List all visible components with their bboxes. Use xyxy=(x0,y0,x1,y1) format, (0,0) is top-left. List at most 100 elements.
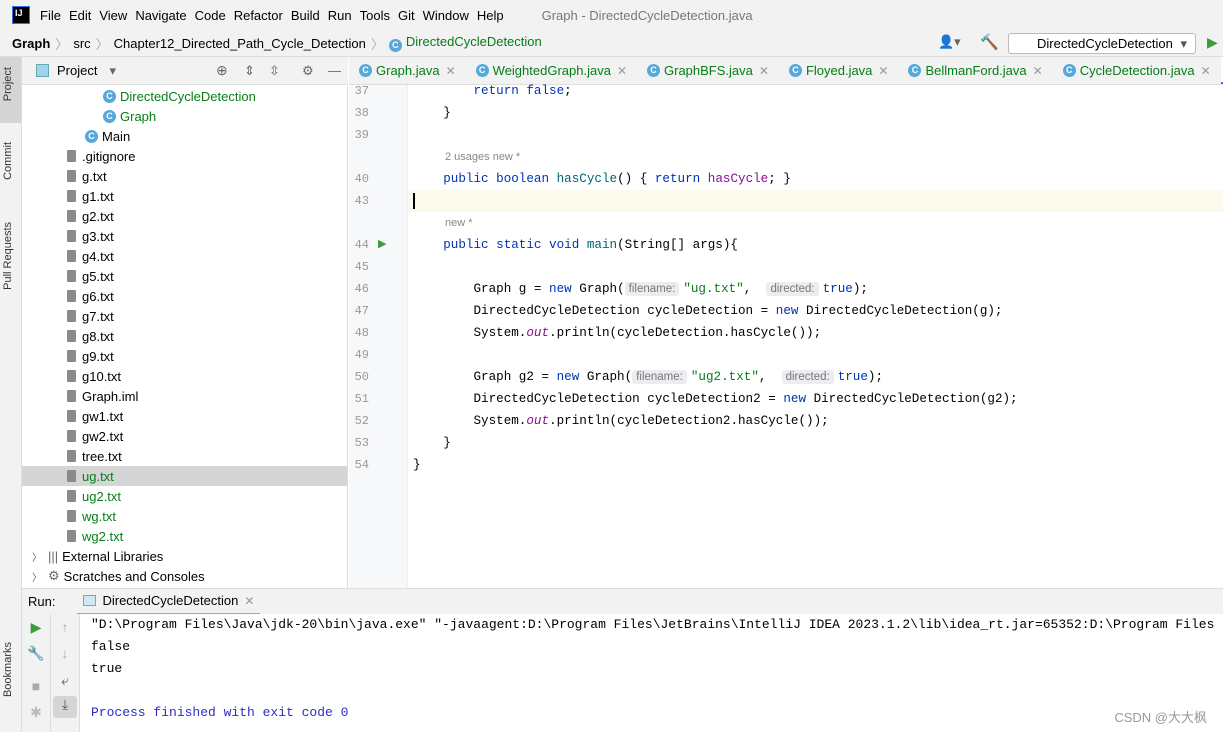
code-token: hasCycle xyxy=(707,172,769,186)
code-line: DirectedCycleDetection cycleDetection = … xyxy=(413,300,1003,322)
editor-tab[interactable]: C CycleDetection.java ✕ xyxy=(1053,57,1221,84)
run-gutter-icon[interactable]: ▶ xyxy=(378,237,386,250)
tree-item[interactable]: g5.txt xyxy=(22,266,347,286)
close-icon[interactable]: ✕ xyxy=(1033,64,1043,78)
close-icon[interactable]: ✕ xyxy=(446,64,456,78)
expand-all-icon[interactable]: ⇕ xyxy=(244,63,255,79)
rerun-icon[interactable]: ▶ xyxy=(26,619,46,636)
menu-file[interactable]: File xyxy=(40,8,61,23)
tree-item[interactable]: gw2.txt xyxy=(22,426,347,446)
menu-build[interactable]: Build xyxy=(291,8,320,23)
menu-run[interactable]: Run xyxy=(328,8,352,23)
tree-item[interactable]: g4.txt xyxy=(22,246,347,266)
code-token: } xyxy=(413,436,451,450)
tree-item[interactable]: C Graph xyxy=(22,106,347,126)
close-icon[interactable]: ✕ xyxy=(759,64,769,78)
code-token: ); xyxy=(852,282,868,296)
scroll-to-end-icon[interactable]: ⤓ xyxy=(53,696,77,718)
collapse-all-icon[interactable]: ⇳ xyxy=(269,63,280,79)
close-icon[interactable]: ✕ xyxy=(244,594,254,608)
arrow-down-icon[interactable]: ↓ xyxy=(55,645,75,661)
tree-item[interactable]: g6.txt xyxy=(22,286,347,306)
menu-window[interactable]: Window xyxy=(423,8,469,23)
user-icon[interactable]: 👤▾ xyxy=(938,34,961,50)
side-tab-project[interactable]: Project xyxy=(2,67,14,101)
code-lens[interactable]: new * xyxy=(445,217,473,229)
breadcrumb-item[interactable]: Graph xyxy=(12,36,50,51)
project-panel-header: Project ▾ ⊕ ⇕ ⇳ ⚙ — xyxy=(22,57,348,85)
wrench-icon[interactable]: 🔧 xyxy=(26,645,46,662)
line-number: 51 xyxy=(354,392,369,406)
tree-item[interactable]: wg.txt xyxy=(22,506,347,526)
menu-navigate[interactable]: Navigate xyxy=(135,8,186,23)
chevron-down-icon: ▾ xyxy=(1180,36,1187,51)
left-tool-strip: Project Commit Pull Requests Bookmarks xyxy=(0,57,22,732)
tree-item[interactable]: g8.txt xyxy=(22,326,347,346)
menu-edit[interactable]: Edit xyxy=(69,8,91,23)
tree-item[interactable]: 〉 ⚙ Scratches and Consoles xyxy=(22,566,347,586)
menu-tools[interactable]: Tools xyxy=(360,8,390,23)
menu-help[interactable]: Help xyxy=(477,8,504,23)
tree-item[interactable]: wg2.txt xyxy=(22,526,347,546)
tree-item[interactable]: g2.txt xyxy=(22,206,347,226)
editor-tab[interactable]: C Floyed.java ✕ xyxy=(779,57,899,84)
tree-item[interactable]: ug.txt xyxy=(22,466,347,486)
chevron-down-icon[interactable]: ▾ xyxy=(109,63,116,79)
tree-item[interactable]: C Main xyxy=(22,126,347,146)
tree-item[interactable]: g1.txt xyxy=(22,186,347,206)
close-icon[interactable]: ✕ xyxy=(617,64,627,78)
tree-item[interactable]: g3.txt xyxy=(22,226,347,246)
tree-item[interactable]: g10.txt xyxy=(22,366,347,386)
close-icon[interactable]: ✕ xyxy=(1201,64,1211,78)
breadcrumb-item[interactable]: C DirectedCycleDetection xyxy=(388,34,542,52)
run-config-select[interactable]: DirectedCycleDetection ▾ xyxy=(1008,33,1196,54)
code-lens[interactable]: 2 usages new * xyxy=(445,151,520,163)
tree-item[interactable]: Graph.iml xyxy=(22,386,347,406)
debug-icon[interactable]: ✱ xyxy=(26,704,46,721)
tree-item[interactable]: ug2.txt xyxy=(22,486,347,506)
run-tab[interactable]: DirectedCycleDetection ✕ xyxy=(77,589,261,615)
locate-icon[interactable]: ⊕ xyxy=(216,62,228,79)
file-icon xyxy=(67,190,76,202)
close-icon[interactable]: ✕ xyxy=(878,64,888,78)
project-title[interactable]: Project xyxy=(57,63,97,78)
soft-wrap-icon[interactable]: ⤶ xyxy=(55,672,75,689)
editor-tab[interactable]: C GraphBFS.java ✕ xyxy=(637,57,779,84)
tree-item[interactable]: gw1.txt xyxy=(22,406,347,426)
tree-item[interactable]: g9.txt xyxy=(22,346,347,366)
menu-view[interactable]: View xyxy=(99,8,127,23)
tree-item[interactable]: .gitignore xyxy=(22,146,347,166)
build-hammer-icon[interactable]: 🔨 xyxy=(980,33,999,51)
tree-item[interactable]: 〉 ||| External Libraries xyxy=(22,546,347,566)
code-token: } xyxy=(413,106,451,120)
code-token: new xyxy=(549,282,580,296)
console-output[interactable]: "D:\Program Files\Java\jdk-20\bin\java.e… xyxy=(80,614,1223,732)
gear-icon[interactable]: ⚙ xyxy=(302,63,314,79)
tree-item[interactable]: tree.txt xyxy=(22,446,347,466)
code-token: hasCycle xyxy=(556,172,618,186)
breadcrumb-item[interactable]: Chapter12_Directed_Path_Cycle_Detection xyxy=(114,36,366,51)
breadcrumb-item[interactable]: src xyxy=(73,36,90,51)
tree-item[interactable]: g.txt xyxy=(22,166,347,186)
parameter-hint: filename: xyxy=(632,370,687,384)
menu-git[interactable]: Git xyxy=(398,8,415,23)
side-tab-commit[interactable]: Commit xyxy=(2,142,14,180)
chevron-right-icon[interactable]: 〉 xyxy=(32,569,42,584)
stop-icon[interactable]: ■ xyxy=(26,678,46,694)
side-tab-pull-requests[interactable]: Pull Requests xyxy=(2,222,14,290)
side-tab-bookmarks[interactable]: Bookmarks xyxy=(2,642,14,697)
run-icon[interactable]: ▶ xyxy=(1207,34,1218,51)
tree-item[interactable]: C DirectedCycleDetection xyxy=(22,86,347,106)
editor-tab[interactable]: C BellmanFord.java ✕ xyxy=(898,57,1052,84)
tree-item[interactable]: g7.txt xyxy=(22,306,347,326)
code-token: DirectedCycleDetection(g); xyxy=(806,304,1003,318)
file-icon xyxy=(67,150,76,162)
menu-refactor[interactable]: Refactor xyxy=(234,8,283,23)
hide-icon[interactable]: — xyxy=(328,63,341,78)
parameter-hint: filename: xyxy=(624,282,680,296)
file-icon xyxy=(67,370,76,382)
line-number: 46 xyxy=(354,282,369,296)
arrow-up-icon[interactable]: ↑ xyxy=(55,619,75,635)
chevron-right-icon[interactable]: 〉 xyxy=(32,549,42,564)
menu-code[interactable]: Code xyxy=(195,8,226,23)
